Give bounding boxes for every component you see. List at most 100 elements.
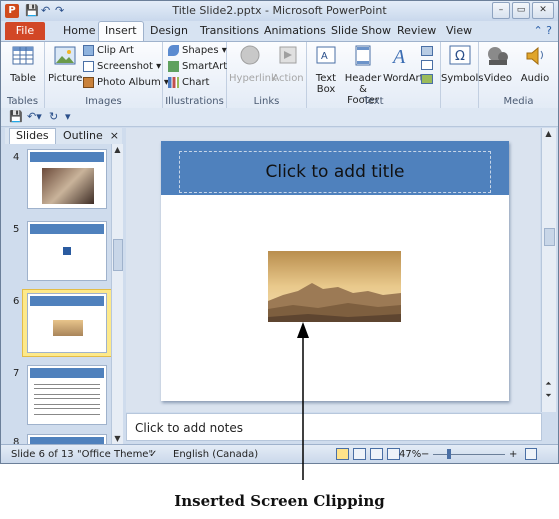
picture-button[interactable]: Picture <box>48 44 82 84</box>
tab-animations[interactable]: Animations <box>264 24 326 37</box>
language-indicator[interactable]: English (Canada) <box>173 449 258 460</box>
video-button[interactable]: Video <box>481 44 515 84</box>
fit-to-window-icon[interactable] <box>525 448 537 460</box>
chart-button[interactable]: Chart <box>168 77 209 88</box>
tab-slide-show[interactable]: Slide Show <box>331 24 391 37</box>
tab-slides[interactable]: Slides <box>9 128 56 144</box>
powerpoint-window: P 💾 ↶ ↷ Title Slide2.pptx - Microsoft Po… <box>0 0 559 464</box>
slide-thumbnail-6[interactable] <box>27 293 107 353</box>
clip-art-icon <box>83 45 94 56</box>
tab-view[interactable]: View <box>446 24 472 37</box>
tab-file[interactable]: File <box>5 22 45 40</box>
scroll-up-icon[interactable]: ▲ <box>112 144 123 155</box>
group-label-tables: Tables <box>6 96 39 107</box>
scroll-up-icon[interactable]: ▲ <box>543 128 554 139</box>
zoom-slider-thumb[interactable] <box>447 449 451 459</box>
globe-icon <box>240 45 260 65</box>
object-icon[interactable] <box>421 74 433 84</box>
spell-check-icon[interactable]: ✓ <box>149 449 157 460</box>
tab-design[interactable]: Design <box>150 24 188 37</box>
thumbnail-scrollbar[interactable]: ▲ ▼ <box>111 144 123 444</box>
svg-text:Ω: Ω <box>455 49 465 64</box>
header-footer-icon <box>355 45 371 66</box>
wordart-icon: A <box>391 46 406 68</box>
group-tables: Table Tables <box>1 42 45 108</box>
save-icon[interactable]: 💾 <box>9 110 23 123</box>
repeat-icon[interactable]: ↻ <box>49 110 58 123</box>
next-slide-icon[interactable]: ⏷ <box>543 390 554 401</box>
slide-thumbnails: 4 5 6 7 8 <box>5 144 111 444</box>
smartart-icon <box>168 61 179 72</box>
group-links: Hyperlink Action Links <box>227 42 307 108</box>
notes-placeholder[interactable]: Click to add notes <box>135 421 243 435</box>
group-label-illustrations: Illustrations <box>165 96 224 107</box>
slide-thumbnail-5[interactable] <box>27 221 107 281</box>
screenshot-button[interactable]: Screenshot ▾ <box>83 61 161 72</box>
scroll-down-icon[interactable]: ▼ <box>112 433 123 444</box>
window-title: Title Slide2.pptx - Microsoft PowerPoint <box>172 4 387 17</box>
wordart-button[interactable]: A WordArt <box>383 44 424 84</box>
slide-thumbnail-4[interactable] <box>27 149 107 209</box>
screenshot-icon <box>83 61 94 72</box>
shapes-button[interactable]: Shapes ▾ <box>168 45 227 56</box>
slide-counter: Slide 6 of 13 <box>11 449 74 460</box>
group-label-text: Text <box>363 96 384 107</box>
slide-scrollbar[interactable]: ▲ ⏶ ⏷ <box>541 128 556 412</box>
undo-icon[interactable]: ↶▾ <box>27 110 42 123</box>
clip-art-button[interactable]: Clip Art <box>83 45 134 56</box>
close-button[interactable]: ✕ <box>532 2 554 19</box>
tab-insert[interactable]: Insert <box>98 21 144 41</box>
hyperlink-button[interactable]: Hyperlink <box>229 44 277 84</box>
smartart-button[interactable]: SmartArt <box>168 61 227 72</box>
speaker-icon <box>526 46 543 66</box>
thumbnail-object <box>63 247 71 255</box>
group-label-media: Media <box>503 96 534 107</box>
slide-thumbnail-8[interactable] <box>27 434 107 444</box>
status-bar: Slide 6 of 13 "Office Theme" ✓ English (… <box>1 444 558 463</box>
close-pane-icon[interactable]: × <box>110 129 119 142</box>
slide-editing-area: Click to add title <box>126 128 540 412</box>
photo-album-button[interactable]: Photo Album ▾ <box>83 77 169 88</box>
caption: Inserted Screen Clipping <box>174 492 385 510</box>
table-button[interactable]: Table <box>7 44 39 84</box>
customize-qat-icon[interactable]: ▾ <box>65 110 71 123</box>
action-button[interactable]: Action <box>271 44 305 84</box>
title-placeholder[interactable]: Click to add title <box>179 151 491 193</box>
help-icon[interactable]: ⌃ ? <box>533 24 552 37</box>
current-slide: Click to add title <box>161 141 509 401</box>
normal-view-icon[interactable] <box>336 448 349 460</box>
action-icon <box>279 46 297 64</box>
zoom-in-button[interactable]: + <box>509 449 517 460</box>
thumbnail-clipping <box>53 320 83 336</box>
group-images: Picture Clip Art Screenshot ▾ Photo Albu… <box>45 42 169 108</box>
slide-sorter-icon[interactable] <box>353 448 366 460</box>
desert-mountains-image <box>268 251 401 322</box>
reading-view-icon[interactable] <box>370 448 383 460</box>
previous-slide-icon[interactable]: ⏶ <box>543 378 554 389</box>
thumbnail-number: 4 <box>13 152 20 163</box>
table-icon <box>12 46 34 65</box>
slide-thumbnail-7[interactable] <box>27 365 107 425</box>
minimize-button[interactable]: – <box>492 2 510 19</box>
notes-pane[interactable]: Click to add notes <box>126 413 542 441</box>
tab-home[interactable]: Home <box>63 24 95 37</box>
theme-name[interactable]: "Office Theme" <box>77 449 153 460</box>
chart-icon <box>168 77 179 88</box>
audio-button[interactable]: Audio <box>517 44 553 84</box>
tab-review[interactable]: Review <box>397 24 436 37</box>
group-media: Video Audio Media <box>479 42 558 108</box>
zoom-level[interactable]: 47% <box>399 449 421 460</box>
text-box-button[interactable]: A Text Box <box>309 44 343 95</box>
tab-outline[interactable]: Outline <box>63 129 103 142</box>
thumbnail-number: 7 <box>13 368 20 379</box>
symbols-button[interactable]: Ω Symbols <box>441 44 483 84</box>
slide-number-icon[interactable] <box>421 60 433 70</box>
inserted-screen-clipping[interactable] <box>268 251 401 322</box>
zoom-slider[interactable] <box>433 454 505 455</box>
scroll-thumb[interactable] <box>544 228 555 246</box>
restore-button[interactable]: ▭ <box>512 2 530 19</box>
tab-transitions[interactable]: Transitions <box>200 24 259 37</box>
scroll-thumb[interactable] <box>113 239 123 271</box>
date-time-icon[interactable] <box>421 46 433 56</box>
zoom-out-button[interactable]: − <box>421 449 429 460</box>
